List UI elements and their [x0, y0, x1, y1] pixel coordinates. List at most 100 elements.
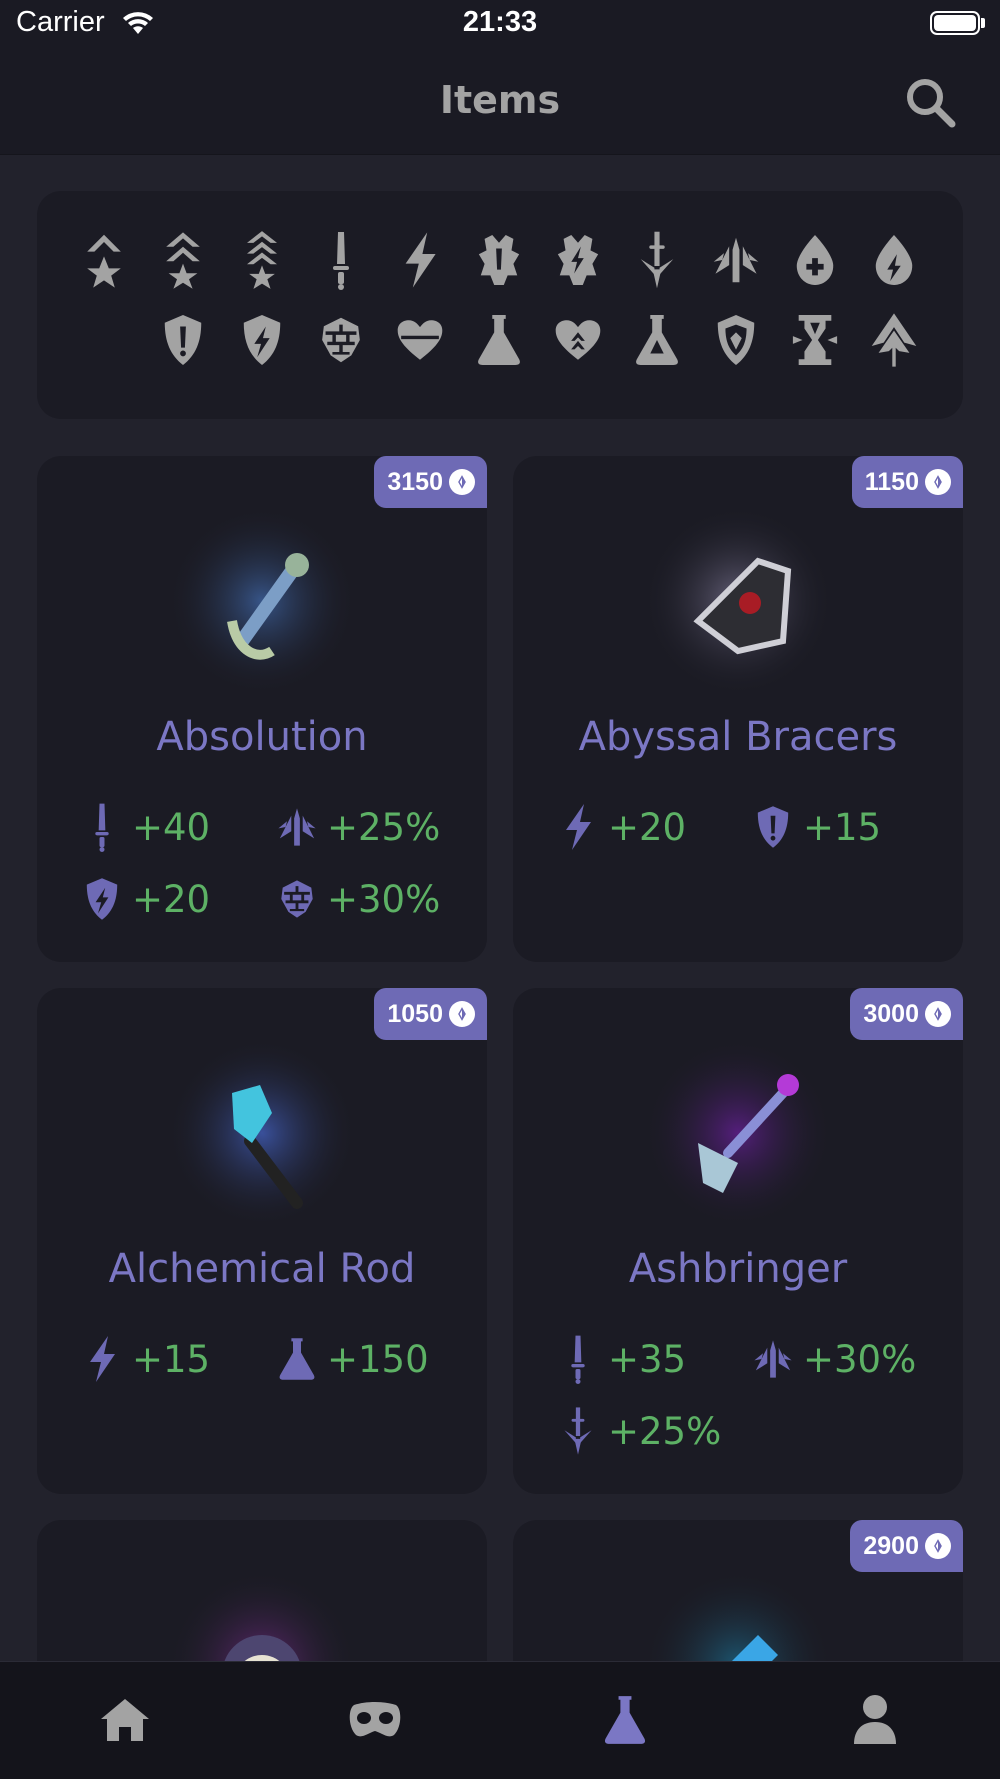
magical-power-icon — [82, 1332, 122, 1386]
health-regen-icon — [555, 320, 600, 360]
filter-physical-lifesteal[interactable] — [473, 229, 524, 291]
movement-speed-icon — [871, 313, 916, 367]
stat-value: +15 — [803, 805, 882, 849]
tab-gods[interactable] — [340, 1690, 410, 1750]
cost-badge: 3150 — [374, 456, 487, 508]
filter-mana[interactable] — [868, 229, 919, 291]
profile-icon — [854, 1695, 896, 1744]
item-stat: +30% — [277, 872, 440, 926]
physical-power-icon — [558, 1332, 598, 1386]
filter-movement-speed[interactable] — [868, 309, 919, 371]
item-stat: +35 — [558, 1332, 686, 1386]
item-card[interactable]: 1050 Alchemical Rod +15 +150 — [37, 988, 487, 1494]
tab-profile[interactable] — [840, 1690, 910, 1750]
magical-protection-icon — [243, 315, 280, 365]
item-image — [167, 506, 357, 696]
gods-mask-icon — [349, 1702, 401, 1737]
item-stat: +20 — [82, 872, 210, 926]
tier-one-icon — [86, 234, 121, 288]
tab-items[interactable] — [590, 1690, 660, 1750]
mana-potion-icon — [477, 315, 520, 365]
item-stat: +150 — [277, 1332, 429, 1386]
stat-value: +30% — [327, 877, 441, 921]
stat-value: +25% — [608, 1409, 722, 1453]
magical-power-icon — [558, 800, 598, 854]
stat-value: +15 — [132, 1337, 211, 1381]
filter-physical-penetration[interactable] — [631, 229, 682, 291]
filter-physical-protection[interactable] — [157, 309, 208, 371]
filter-health-regen[interactable] — [552, 309, 603, 371]
item-card[interactable]: 1150 Abyssal Bracers +20 +15 — [513, 456, 963, 962]
tab-bar — [0, 1661, 1000, 1779]
crowd-control-reduction-icon — [277, 872, 317, 926]
stat-value: +20 — [608, 805, 687, 849]
filter-hp5[interactable] — [78, 309, 129, 371]
stat-value: +150 — [327, 1337, 429, 1381]
filter-health[interactable] — [789, 229, 840, 291]
filter-max-health[interactable] — [394, 309, 445, 371]
favor-coin-icon — [449, 1001, 475, 1027]
home-icon — [101, 1699, 149, 1741]
filter-tier-two[interactable] — [157, 229, 208, 291]
crowd-control-reduction-icon — [321, 317, 360, 363]
attack-speed-icon — [753, 1332, 793, 1386]
stat-value: +20 — [132, 877, 211, 921]
stat-value: +25% — [327, 805, 441, 849]
page-title: Items — [439, 78, 561, 122]
battery-tip — [981, 18, 985, 28]
max-health-icon — [397, 320, 442, 360]
filter-row — [78, 229, 919, 291]
item-name: Abyssal Bracers — [578, 714, 898, 760]
favor-coin-icon — [925, 1001, 951, 1027]
cost-badge: 3000 — [850, 988, 963, 1040]
filter-potion[interactable] — [631, 309, 682, 371]
cost-value: 2900 — [863, 1531, 919, 1560]
item-name: Alchemical Rod — [108, 1246, 416, 1292]
filter-cooldown-reduction[interactable] — [789, 309, 840, 371]
item-name: Absolution — [156, 714, 368, 760]
favor-coin-icon — [449, 469, 475, 495]
cost-value: 3150 — [387, 467, 443, 496]
item-stat: +40 — [82, 800, 210, 854]
health-icon — [796, 235, 833, 285]
item-stat: +20 — [558, 800, 686, 854]
mana-icon — [875, 235, 912, 285]
battery-icon — [930, 11, 980, 35]
magical-lifesteal-icon — [557, 235, 598, 285]
item-card[interactable]: 3000 Ashbringer +35 +30% +25% — [513, 988, 963, 1494]
filter-row — [78, 309, 919, 371]
filter-tier-one[interactable] — [78, 229, 129, 291]
item-stat: +15 — [753, 800, 881, 854]
cost-value: 1150 — [864, 467, 919, 496]
item-stat: +25% — [277, 800, 440, 854]
search-icon — [907, 79, 956, 128]
hp5-icon — [79, 310, 129, 370]
cost-badge: 2900 — [850, 1520, 963, 1572]
physical-protection-icon — [164, 315, 201, 365]
items-flask-icon — [604, 1696, 646, 1744]
filter-attack-speed[interactable] — [710, 229, 761, 291]
item-stat: +25% — [558, 1404, 721, 1458]
favor-coin-icon — [925, 1533, 951, 1559]
item-card[interactable]: 3150 Absolution +40 +25% +20 +30% — [37, 456, 487, 962]
filter-magical-protection[interactable] — [236, 309, 287, 371]
filter-panel — [37, 191, 963, 419]
filter-magical-lifesteal[interactable] — [552, 229, 603, 291]
filter-physical-power[interactable] — [315, 229, 366, 291]
physical-penetration-icon — [640, 231, 673, 289]
tier-three-icon — [246, 231, 277, 289]
clock: 21:33 — [462, 6, 538, 38]
cooldown-reduction-icon — [792, 315, 837, 365]
physical-lifesteal-icon — [478, 235, 519, 285]
nav-bar: Items — [0, 50, 1000, 155]
filter-crowd-control-reduction[interactable] — [315, 309, 366, 371]
mana-potion-icon — [277, 1332, 317, 1386]
item-image — [643, 1038, 833, 1228]
filter-mana-potion[interactable] — [473, 309, 524, 371]
tab-home[interactable] — [90, 1690, 160, 1750]
filter-aura[interactable] — [710, 309, 761, 371]
cost-value: 1050 — [387, 999, 443, 1028]
search-button[interactable] — [902, 74, 958, 130]
filter-magical-power[interactable] — [394, 229, 445, 291]
filter-tier-three[interactable] — [236, 229, 287, 291]
